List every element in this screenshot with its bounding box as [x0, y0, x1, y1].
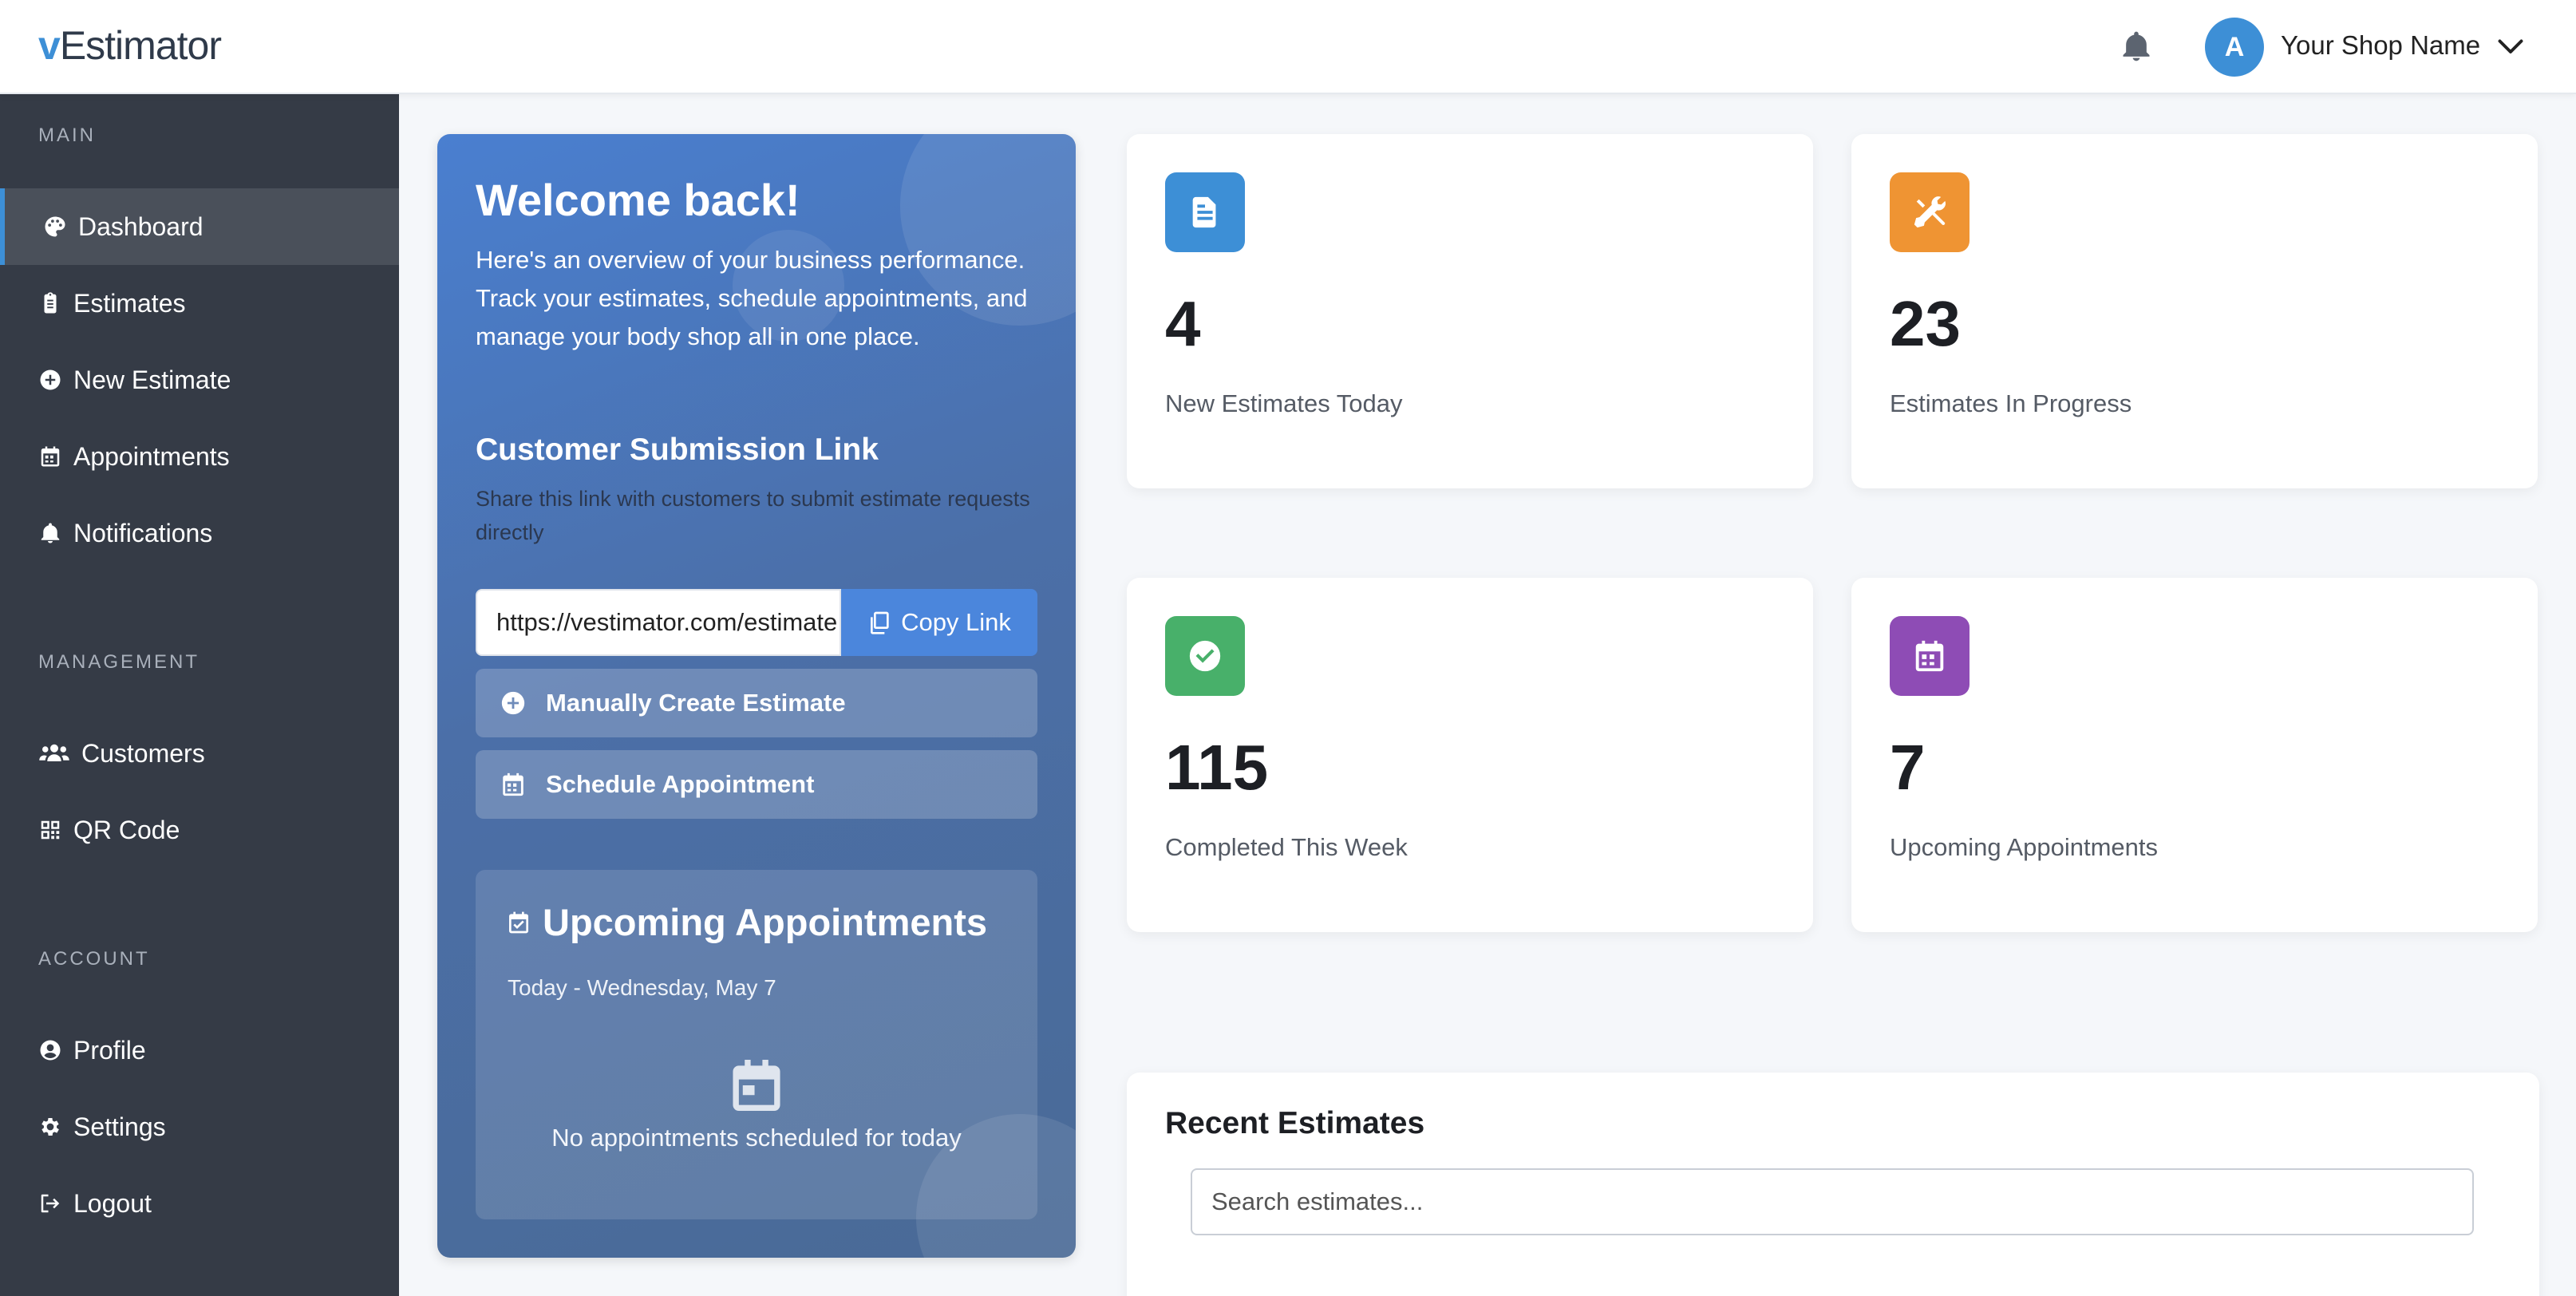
calendar-icon — [503, 772, 523, 796]
schedule-appointment-button[interactable]: Schedule Appointment — [476, 750, 1037, 819]
welcome-title: Welcome back! — [476, 175, 800, 225]
stat-label: Completed This Week — [1165, 833, 1408, 861]
stat-label: Upcoming Appointments — [1890, 833, 2159, 861]
document-icon — [1165, 172, 1245, 252]
check-circle-icon — [1165, 616, 1245, 696]
copy-icon — [871, 611, 889, 634]
manual-create-estimate-button[interactable]: Manually Create Estimate — [476, 669, 1037, 737]
sidebar-item-label: Appointments — [73, 441, 230, 471]
sidebar-item-logout[interactable]: Logout — [0, 1165, 399, 1242]
recent-estimates-card: Recent Estimates — [1127, 1073, 2539, 1296]
stat-card-new-estimates: 4 New Estimates Today — [1127, 134, 1813, 488]
chevron-down-icon[interactable] — [2496, 35, 2525, 59]
stat-card-upcoming-appointments: 7 Upcoming Appointments — [1851, 578, 2538, 932]
sidebar-item-label: Dashboard — [78, 211, 203, 241]
bell-icon — [38, 521, 62, 545]
calendar-icon — [1890, 616, 1970, 696]
shop-name[interactable]: Your Shop Name — [2281, 30, 2480, 61]
sidebar-item-label: Estimates — [73, 288, 186, 318]
stat-label: Estimates In Progress — [1890, 389, 2132, 417]
plus-circle-icon — [38, 368, 62, 392]
section-label-account: ACCOUNT — [38, 948, 150, 970]
palette-icon — [43, 215, 67, 239]
sidebar-item-customers[interactable]: Customers — [0, 715, 399, 792]
submission-link-description: Share this link with customers to submit… — [476, 487, 1030, 544]
stat-card-completed: 115 Completed This Week — [1127, 578, 1813, 932]
sidebar-item-label: Customers — [81, 738, 205, 768]
stat-card-in-progress: 23 Estimates In Progress — [1851, 134, 2538, 488]
sidebar: MAIN Dashboard Estimates New Estimate Ap… — [0, 94, 399, 1296]
sidebar-item-notifications[interactable]: Notifications — [0, 495, 399, 571]
section-label-management: MANAGEMENT — [38, 651, 200, 673]
calendar-icon — [38, 445, 62, 468]
plus-circle-icon — [501, 691, 525, 715]
avatar[interactable]: A — [2205, 18, 2264, 77]
user-circle-icon — [38, 1038, 62, 1062]
welcome-card: Welcome back! Here's an overview of your… — [437, 134, 1076, 1258]
upcoming-appointments-panel: Upcoming Appointments Today - Wednesday,… — [476, 870, 1037, 1219]
sidebar-item-label: Logout — [73, 1188, 152, 1218]
sidebar-item-dashboard[interactable]: Dashboard — [0, 188, 399, 265]
logout-icon — [38, 1191, 62, 1215]
upcoming-appointments-title: Upcoming Appointments — [506, 900, 987, 944]
sidebar-item-appointments[interactable]: Appointments — [0, 418, 399, 495]
stat-value: 23 — [1890, 288, 1961, 359]
no-appointments-message: No appointments scheduled for today — [551, 1124, 962, 1152]
clipboard-icon — [38, 291, 62, 315]
app-logo[interactable]: vEstimator — [38, 22, 222, 69]
section-label-main: MAIN — [38, 124, 96, 146]
sidebar-item-label: Notifications — [73, 518, 213, 547]
stat-value: 4 — [1165, 288, 1201, 359]
users-icon — [38, 741, 70, 765]
stat-label: New Estimates Today — [1165, 389, 1403, 417]
sidebar-item-estimates[interactable]: Estimates — [0, 265, 399, 342]
top-header: vEstimator A Your Shop Name — [0, 0, 2576, 94]
bell-icon[interactable] — [2119, 29, 2154, 64]
stat-value: 115 — [1165, 732, 1269, 803]
gear-icon — [38, 1115, 62, 1139]
sidebar-item-label: Profile — [73, 1035, 146, 1065]
recent-estimates-title: Recent Estimates — [1165, 1106, 1425, 1140]
sidebar-item-settings[interactable]: Settings — [0, 1089, 399, 1165]
submission-link-input[interactable]: https://vestimator.com/estimate — [476, 589, 841, 656]
tools-icon — [1890, 172, 1970, 252]
stat-value: 7 — [1890, 732, 1926, 803]
sidebar-item-label: Settings — [73, 1112, 166, 1141]
sidebar-item-new-estimate[interactable]: New Estimate — [0, 342, 399, 418]
sidebar-item-label: New Estimate — [73, 365, 231, 394]
welcome-text: Here's an overview of your business perf… — [476, 246, 1028, 350]
sidebar-item-qr-code[interactable]: QR Code — [0, 792, 399, 868]
submission-link-title: Customer Submission Link — [476, 433, 879, 467]
qr-code-icon — [38, 818, 62, 842]
sidebar-item-label: QR Code — [73, 815, 180, 844]
calendar-icon — [733, 1060, 780, 1111]
sidebar-item-profile[interactable]: Profile — [0, 1012, 399, 1089]
search-estimates-input[interactable] — [1191, 1168, 2474, 1235]
copy-link-button[interactable]: Copy Link — [841, 589, 1037, 656]
appointments-date: Today - Wednesday, May 7 — [508, 975, 776, 1000]
calendar-check-icon — [509, 911, 528, 933]
